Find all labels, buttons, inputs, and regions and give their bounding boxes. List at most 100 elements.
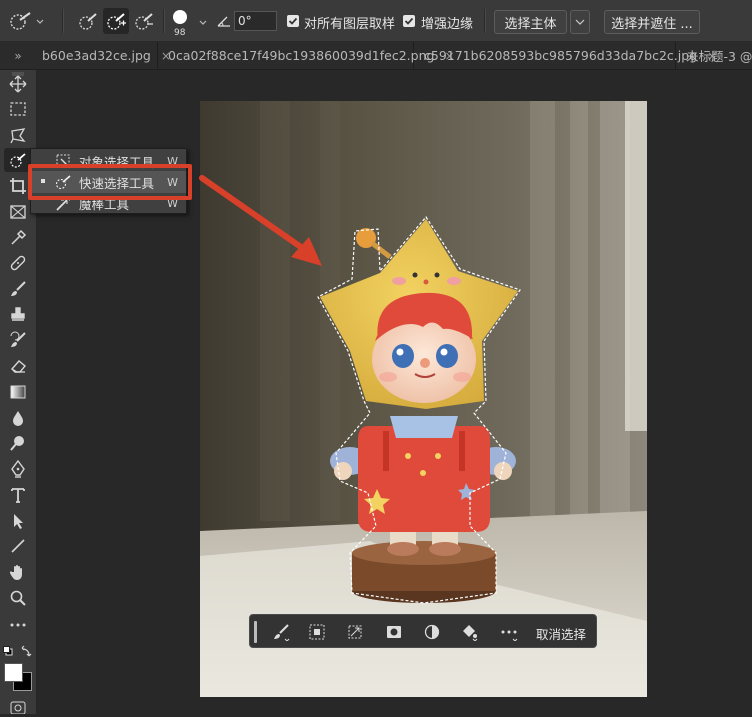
document-tab-bar: » b60e3ad32ce.jpg × 0ca02f88ce17f49bc193… <box>0 42 752 70</box>
tool-pen[interactable] <box>4 457 32 481</box>
tab-document-1[interactable]: b60e3ad32ce.jpg × <box>32 42 171 69</box>
tool-type[interactable] <box>4 483 32 507</box>
tool-frame[interactable] <box>4 200 32 224</box>
history-brush-icon <box>10 331 26 347</box>
checkmark-icon <box>288 17 298 25</box>
tool-gradient[interactable] <box>4 380 32 404</box>
tool-move[interactable] <box>4 72 32 96</box>
more-icon <box>501 630 518 641</box>
brush-icon <box>11 281 26 296</box>
transform-icon <box>348 625 362 639</box>
swap-colors-icon <box>21 645 32 657</box>
angle-input[interactable]: 0° <box>234 11 277 31</box>
subtract-from-selection-button[interactable] <box>132 9 156 33</box>
tool-history-brush[interactable] <box>4 328 32 352</box>
blur-icon <box>13 411 23 426</box>
add-to-selection-button[interactable] <box>103 8 129 34</box>
tab-label: b60e3ad32ce.jpg <box>42 48 151 63</box>
tab-document-3[interactable]: c59171b6208593bc985796d33da7bc2c.jpg × <box>414 42 717 69</box>
tab-label: 未标题-3 @ <box>686 49 752 64</box>
tool-lasso[interactable] <box>4 123 32 147</box>
default-colors-icon <box>3 646 13 656</box>
quick-mask-button[interactable] <box>10 701 26 715</box>
path-selection-icon <box>14 514 23 529</box>
healing-icon <box>10 255 26 271</box>
paint-bucket-icon <box>463 625 478 641</box>
checkmark-icon <box>404 17 414 25</box>
fill-selection-button[interactable] <box>460 623 478 641</box>
add-to-selection-icon <box>107 13 126 30</box>
tool-marquee[interactable] <box>4 97 32 121</box>
invert-selection-button[interactable] <box>308 623 326 641</box>
tool-blur[interactable] <box>4 406 32 430</box>
select-subject-dropdown[interactable] <box>570 10 590 34</box>
transform-selection-button[interactable] <box>346 623 364 641</box>
subtract-selection-icon <box>135 13 153 30</box>
tool-clone-stamp[interactable] <box>4 303 32 327</box>
new-selection-button[interactable] <box>76 9 100 33</box>
zoom-icon <box>10 590 26 606</box>
lasso-icon <box>10 128 26 144</box>
foreground-color-swatch[interactable] <box>4 663 23 682</box>
gradient-icon <box>10 385 26 399</box>
line-icon <box>11 539 25 553</box>
tab-label: c59171b6208593bc985796d33da7bc2c.jpg <box>424 48 698 63</box>
hand-icon <box>9 565 22 580</box>
brush-selection-icon <box>274 624 290 641</box>
contextual-task-bar: 取消选择 <box>249 614 597 648</box>
sample-all-layers-label: 对所有图层取样 <box>304 17 396 32</box>
tool-line[interactable] <box>4 534 32 558</box>
new-selection-icon <box>79 13 97 30</box>
tool-healing[interactable] <box>4 251 32 275</box>
tab-document-2[interactable]: 0ca02f88ce17f49bc193860039d1fec2.png × <box>158 42 455 69</box>
more-icon <box>10 623 26 627</box>
tool-eyedropper[interactable] <box>4 226 32 250</box>
move-icon <box>9 75 27 93</box>
tool-path-selection[interactable] <box>4 509 32 533</box>
tool-dodge[interactable] <box>4 431 32 455</box>
quick-mask-icon <box>10 701 26 715</box>
invert-selection-icon <box>309 624 325 640</box>
enhance-edge-checkbox[interactable] <box>403 15 415 27</box>
options-bar: 98 0° 对所有图层取样 增强边缘 选择主体 选择并遮住 ... <box>0 0 752 42</box>
tool-eraser[interactable] <box>4 354 32 378</box>
angle-icon <box>216 13 232 29</box>
more-options-button[interactable] <box>500 623 518 641</box>
tool-zoom[interactable] <box>4 586 32 610</box>
annotation-arrow <box>199 175 322 266</box>
quick-selection-icon <box>10 153 26 168</box>
swap-colors-button[interactable] <box>21 645 33 657</box>
tool-hand[interactable] <box>4 560 32 584</box>
highlight-box <box>28 164 192 200</box>
adjustment-layer-button[interactable] <box>423 623 441 641</box>
mask-icon <box>387 626 401 638</box>
tool-more[interactable] <box>4 618 32 632</box>
sample-all-layers-checkbox[interactable] <box>287 15 299 27</box>
tool-preset-picker[interactable] <box>8 9 44 33</box>
type-icon <box>11 488 25 503</box>
select-and-mask-button[interactable]: 选择并遮住 ... <box>604 10 700 34</box>
select-subject-button[interactable]: 选择主体 <box>494 10 567 34</box>
tab-document-4[interactable]: 未标题-3 @ <box>676 42 752 69</box>
quick-selection-icon <box>10 12 44 30</box>
stamp-icon <box>11 307 25 321</box>
default-colors-button[interactable] <box>3 645 13 656</box>
eraser-icon <box>11 360 26 373</box>
adjustment-icon <box>424 624 440 640</box>
dodge-icon <box>10 436 24 451</box>
tab-label: 0ca02f88ce17f49bc193860039d1fec2.png <box>168 48 435 63</box>
brush-size-value: 98 <box>174 28 186 38</box>
tool-brush[interactable] <box>4 277 32 301</box>
enhance-edge-label: 增强边缘 <box>421 17 474 32</box>
pen-icon <box>11 460 25 478</box>
eyedropper-icon <box>11 229 27 245</box>
drag-handle[interactable] <box>254 621 257 643</box>
deselect-button[interactable]: 取消选择 <box>536 624 586 643</box>
crop-icon <box>10 178 26 194</box>
brush-size-picker[interactable]: 98 <box>170 7 210 39</box>
add-mask-button[interactable] <box>385 623 403 641</box>
tab-overflow-left[interactable]: » <box>0 42 36 69</box>
frame-icon <box>10 205 26 219</box>
modify-selection-button[interactable] <box>272 623 290 641</box>
chevron-down-icon <box>575 19 585 25</box>
